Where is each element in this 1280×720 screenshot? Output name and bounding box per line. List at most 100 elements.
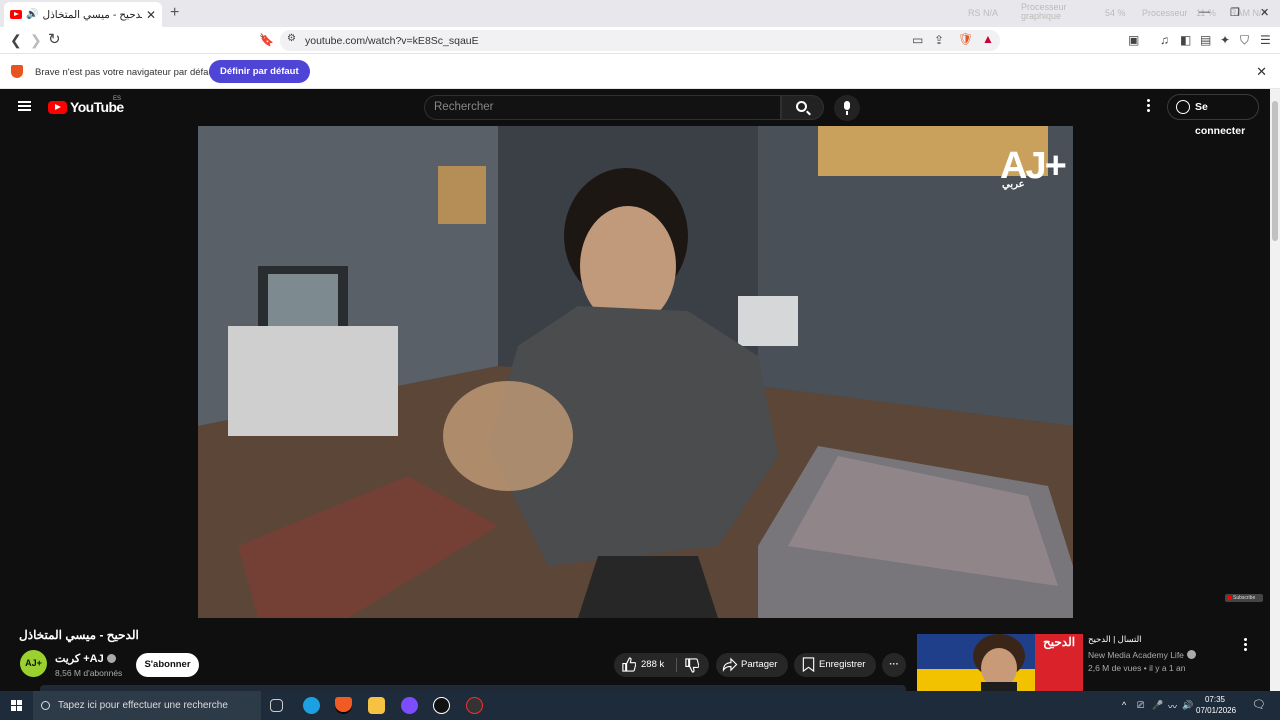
windows-start-icon[interactable]: [11, 700, 22, 711]
menu-icon[interactable]: ☰: [1260, 33, 1271, 47]
recommendation-channel-text[interactable]: New Media Academy Life: [1088, 650, 1184, 660]
settings-more-icon[interactable]: [1145, 99, 1151, 114]
thumbnail-title-text: الدحيح: [1043, 635, 1076, 649]
share-page-icon[interactable]: ⇪: [934, 33, 944, 47]
search-icon: [41, 701, 50, 710]
video-details: الدحيح - ميسي المتخاذل AJ+ كريت +AJ 8,56…: [0, 618, 1270, 692]
brave-rewards-icon[interactable]: ▲: [982, 32, 994, 46]
browser-tab-active[interactable]: 🔊 الدحيح - ميسي المتخاذل - YouTube ✕: [4, 2, 162, 27]
voice-search-button[interactable]: [834, 95, 860, 121]
taskbar-clock[interactable]: 07:35 07/01/2026: [1196, 694, 1237, 716]
file-explorer-icon[interactable]: [368, 697, 385, 714]
youtube-header: YouTube ES Se connecter: [0, 89, 1270, 137]
video-player[interactable]: [198, 126, 1073, 618]
channel-watermark: AJ+ عربي: [1000, 145, 1067, 190]
recommendation-age: il y a 1 an: [1149, 663, 1186, 673]
verified-icon: [106, 654, 116, 663]
url-text[interactable]: youtube.com/watch?v=kE8Sc_sqauE: [305, 35, 479, 47]
reader-icon[interactable]: ◧: [1180, 33, 1191, 47]
address-toolbar: ❮ ❯ ↻ 🔖 ⚙ youtube.com/watch?v=kE8Sc_sqau…: [0, 27, 1280, 54]
reload-button[interactable]: ↻: [48, 30, 61, 48]
leo-ai-icon[interactable]: ✦: [1220, 33, 1230, 47]
page-scrollbar[interactable]: [1270, 89, 1280, 691]
guide-menu-icon[interactable]: [18, 101, 31, 111]
forward-button[interactable]: ❯: [30, 32, 42, 49]
recommendation-menu-icon[interactable]: [1242, 638, 1248, 653]
set-default-button[interactable]: Définir par défaut: [209, 60, 310, 83]
thumbs-up-icon: [622, 657, 636, 672]
default-browser-infobar: Brave n'est pas votre navigateur par déf…: [0, 54, 1280, 89]
recommendation-channel[interactable]: New Media Academy Life: [1088, 650, 1196, 660]
search-button[interactable]: [781, 95, 824, 120]
sidebar-icon[interactable]: ▣: [1128, 33, 1139, 47]
save-bookmark-icon: [802, 657, 815, 672]
close-window-button[interactable]: ✕: [1260, 6, 1269, 19]
channel-name-text[interactable]: كريت +AJ: [55, 653, 104, 665]
tab-close-icon[interactable]: ✕: [146, 8, 156, 22]
youtube-favicon-icon: [10, 10, 22, 19]
vpn-icon[interactable]: ⛉: [1240, 33, 1249, 48]
region-code: ES: [113, 96, 122, 102]
tray-volume-icon[interactable]: 🔊: [1182, 700, 1193, 711]
overlay-gpu-value: 54 %: [1105, 8, 1126, 18]
tray-device-icon[interactable]: ⎚: [1137, 700, 1144, 711]
overlay-gpu-label: Processeur graphique: [1021, 2, 1067, 21]
new-tab-button[interactable]: +: [170, 4, 179, 22]
task-view-icon[interactable]: [270, 699, 283, 712]
search-input[interactable]: [434, 101, 764, 113]
back-button[interactable]: ❮: [10, 32, 22, 49]
thumbs-down-icon: [685, 658, 699, 673]
scrollbar-thumb[interactable]: [1272, 101, 1278, 241]
speaker-icon[interactable]: 🔊: [26, 9, 38, 20]
search-box[interactable]: [424, 95, 781, 120]
dislike-button[interactable]: [678, 653, 709, 677]
wallet-icon[interactable]: ▤: [1200, 33, 1211, 47]
video-frame: [198, 126, 1073, 618]
save-button[interactable]: Enregistrer: [794, 653, 876, 677]
minimize-button[interactable]: —: [1199, 6, 1210, 18]
recommendation-thumbnail[interactable]: الدحيح: [917, 634, 1083, 692]
account-icon: [1176, 100, 1190, 114]
app-icon-purple[interactable]: [401, 697, 418, 714]
edge-icon[interactable]: [303, 697, 320, 714]
brave-shields-icon[interactable]: 🛡: [958, 32, 973, 46]
mic-icon: [844, 101, 850, 110]
site-info-icon[interactable]: ⚙: [287, 33, 296, 44]
infobar-close-icon[interactable]: ✕: [1256, 64, 1267, 80]
channel-avatar[interactable]: AJ+: [20, 650, 47, 677]
share-label: Partager: [741, 659, 778, 670]
cast-icon[interactable]: ▭: [912, 33, 923, 47]
brave-logo-icon: [11, 65, 23, 78]
share-button[interactable]: Partager: [716, 653, 788, 677]
verified-icon: [1186, 650, 1196, 659]
bookmark-icon[interactable]: 🔖: [259, 33, 274, 47]
video-title: الدحيح - ميسي المتخاذل: [19, 628, 139, 642]
recommendation-views: 2,6 M de vues: [1088, 663, 1142, 673]
clock-date: 07/01/2026: [1196, 706, 1237, 715]
brave-taskbar-icon[interactable]: [335, 697, 352, 714]
app-icon-recorder[interactable]: [466, 697, 483, 714]
windows-taskbar: Tapez ici pour effectuer une recherche ^…: [0, 691, 1280, 720]
sign-in-button[interactable]: Se connecter: [1167, 94, 1259, 137]
tray-expand-icon[interactable]: ^: [1122, 700, 1126, 710]
like-divider: [676, 658, 677, 672]
more-actions-button[interactable]: ···: [882, 653, 906, 677]
subscribe-overlay-badge[interactable]: Subscribe: [1225, 594, 1263, 602]
tray-mic-icon[interactable]: 🎤: [1152, 700, 1163, 711]
tray-wifi-icon[interactable]: 〰: [1168, 700, 1177, 713]
overlay-cpu-label: Processeur: [1142, 8, 1188, 18]
search-icon: [796, 101, 807, 112]
restore-button[interactable]: ❐: [1230, 6, 1240, 19]
like-button[interactable]: 288 k: [614, 653, 674, 677]
taskbar-search[interactable]: Tapez ici pour effectuer une recherche: [33, 691, 261, 720]
youtube-logo[interactable]: YouTube ES: [48, 96, 124, 115]
recommendation-title[interactable]: التسال | الدحيح: [1088, 634, 1142, 645]
subscribe-button[interactable]: S'abonner: [136, 653, 199, 677]
url-bar[interactable]: ⚙ youtube.com/watch?v=kE8Sc_sqauE ▭ ⇪ 🛡 …: [280, 30, 1000, 51]
notification-icon[interactable]: 🗨: [1252, 698, 1266, 711]
overlay-rs: RS N/A: [968, 8, 999, 18]
media-icon[interactable]: ♫: [1160, 33, 1169, 47]
app-icon-dark[interactable]: [433, 697, 450, 714]
watermark-arabic: عربي: [1002, 179, 1025, 190]
channel-name[interactable]: كريت +AJ: [55, 652, 116, 665]
